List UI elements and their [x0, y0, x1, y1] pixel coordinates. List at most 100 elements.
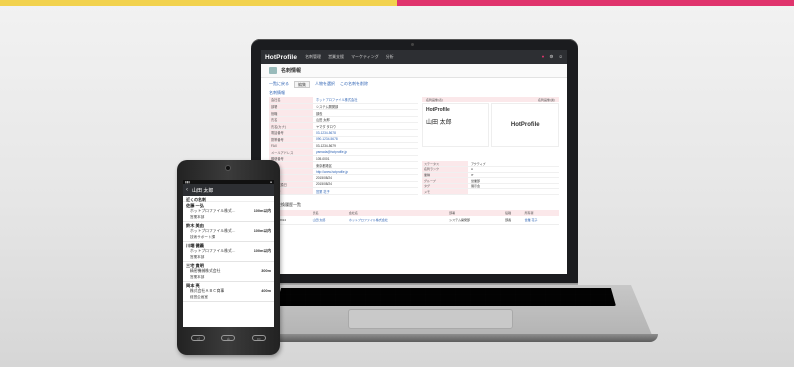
detail-value: 2015/08/24 — [313, 181, 418, 189]
list-item[interactable]: 川端 健義 ホットプロファイル株式… 100m以内 営業本部 — [183, 242, 274, 262]
table-cell: 部長 — [503, 216, 523, 225]
toolbar: 一覧に戻る 編集 人物を選択 この名刺を削除 — [261, 78, 567, 90]
history-list-title: 名刺交換履歴一覧 — [269, 202, 301, 208]
home-nav-icon[interactable]: ⌂ — [221, 335, 236, 341]
laptop-camera-icon — [411, 43, 414, 46]
card-images-header: 名刺画像(表) 名刺画像(裏) — [421, 97, 559, 102]
detail-value[interactable]: 090-1234-5678 — [313, 136, 418, 144]
select-person-link[interactable]: 人物を選択 — [315, 81, 335, 87]
page-header: 名刺情報 — [261, 64, 567, 78]
table-cell: 営業 花子 — [522, 216, 559, 225]
detail-key: 携帯番号 — [269, 136, 313, 144]
detail-value[interactable]: yamada@hotprofile.jp — [313, 148, 418, 156]
laptop-screen: HotProfile 名刺管理 営業支援 マーケティング 分析 ● ⚙ ☺ 名刺… — [261, 50, 567, 274]
attribute-key: メモ — [421, 188, 468, 196]
phone-header: ‹ 山田 太郎 — [183, 184, 274, 196]
contact-distance: 100m以内 — [253, 249, 271, 253]
detail-row: 氏名 山田 太郎 — [269, 116, 418, 124]
recent-apps-icon[interactable]: ▭ — [251, 335, 266, 341]
detail-key: メールアドレス — [269, 148, 313, 156]
back-to-list-link[interactable]: 一覧に戻る — [269, 81, 289, 87]
detail-row: 郵便番号 105-0001 — [269, 155, 418, 163]
laptop-front-edge — [226, 334, 658, 342]
detail-key: 氏名 — [269, 116, 313, 124]
detail-table: 会社名 ホットプロファイル株式会社 部署 システム開発部 役職 部長 氏名 山田 太郎 氏名(カ… — [269, 97, 418, 196]
table-cell: システム開発部 — [447, 216, 504, 225]
detail-row: 受付日2015/08/24 — [269, 174, 418, 182]
card-back-label: 名刺画像(裏) — [538, 97, 555, 102]
detail-row: 氏名(カナ) ヤマダ タロウ — [269, 122, 418, 130]
list-item[interactable]: 三宅 貴明 精密機械株式会社 300m 営業本部 — [183, 262, 274, 282]
card-back-logo: HotProfile — [510, 122, 540, 128]
topbar-right: ● ⚙ ☺ — [542, 54, 563, 60]
phone-nav-bar: ◁ ⌂ ▭ — [183, 330, 274, 346]
contact-company: ホットプロファイル株式… — [190, 209, 236, 213]
app-topbar: HotProfile 名刺管理 営業支援 マーケティング 分析 ● ⚙ ☺ — [261, 50, 567, 64]
detail-row: 住所東京都港区 — [269, 161, 418, 169]
phone-camera-icon — [225, 165, 231, 171]
detail-key: 電話番号 — [269, 129, 313, 137]
nav-item[interactable]: マーケティング — [351, 54, 379, 60]
nav-item[interactable]: 名刺管理 — [305, 54, 321, 60]
detail-value[interactable]: 03-1234-5678 — [313, 129, 418, 137]
phone-header-title: 山田 太郎 — [192, 187, 214, 194]
card-front-name: 山田 太郎 — [425, 120, 452, 126]
contact-company: ホットプロファイル株式… — [190, 249, 236, 253]
detail-value[interactable]: 営業 花子 — [313, 187, 418, 196]
contact-company: 精密機械株式会社 — [190, 269, 221, 273]
top-accent-strip-right — [397, 0, 794, 6]
business-card-back[interactable]: HotProfile — [491, 103, 560, 147]
card-images: HotProfile 山田 太郎 HotProfile — [421, 103, 560, 147]
notification-icon[interactable]: ● — [542, 54, 545, 60]
laptop-lid: HotProfile 名刺管理 営業支援 マーケティング 分析 ● ⚙ ☺ 名刺… — [251, 39, 578, 284]
contact-department: 営業本部 — [190, 254, 205, 259]
page-title: 名刺情報 — [281, 68, 302, 74]
contact-distance: 100m以内 — [253, 229, 271, 233]
edit-button[interactable]: 編集 — [294, 80, 310, 88]
detail-value: 山田 太郎 — [313, 116, 418, 124]
table-row[interactable]: 2015/08/24山田 太郎ホットプロファイル株式会社システム開発部部長営業 … — [269, 216, 559, 225]
detail-row: 役職 部長 — [269, 109, 418, 117]
back-nav-icon[interactable]: ◁ — [191, 335, 206, 341]
list-item[interactable]: 岡本 亮株式会社ＡＢＣ商事 400m 経営企画室 — [183, 282, 274, 302]
contact-company-row: ホットプロファイル株式… 100m以内 — [186, 229, 271, 235]
user-icon[interactable]: ☺ — [558, 54, 563, 60]
detail-row: 携帯番号 090-1234-5678 — [269, 136, 418, 144]
app-nav: 名刺管理 営業支援 マーケティング 分析 — [305, 54, 534, 60]
laptop-trackpad — [348, 309, 513, 329]
contact-department: 技術サポート課 — [190, 234, 216, 239]
card-panel: 名刺画像(表) 名刺画像(裏) HotProfile 山田 太郎 HotProf… — [421, 97, 560, 196]
attribute-value — [467, 188, 559, 196]
detail-key: 氏名(カナ) — [269, 122, 313, 130]
delete-card-link[interactable]: この名刺を削除 — [340, 81, 368, 87]
table-cell: ホットプロファイル株式会社 — [346, 216, 448, 225]
phone-screen: ▮▮▮ ■ ‹ 山田 太郎 近くの名刺 佐藤 一弘 ホットプロファイル株式… 100m… — [183, 180, 274, 327]
contact-company: ホットプロファイル株式… — [190, 229, 236, 233]
nav-item[interactable]: 営業支援 — [328, 54, 344, 60]
gear-icon[interactable]: ⚙ — [549, 54, 553, 60]
detail-row: 所有者営業 花子 — [269, 187, 418, 196]
detail-value: 2015/08/24 — [313, 174, 418, 182]
table-cell: 山田 太郎 — [310, 216, 347, 225]
contact-distance: 300m — [261, 269, 271, 273]
list-item[interactable]: 鈴木 美由 ホットプロファイル株式… 100m以内 技術サポート課 — [183, 222, 274, 242]
detail-value: 部長 — [313, 109, 418, 117]
business-card-front[interactable]: HotProfile 山田 太郎 — [421, 103, 490, 147]
smartphone: ▮▮▮ ■ ‹ 山田 太郎 近くの名刺 佐藤 一弘 ホットプロファイル株式… 100m… — [177, 160, 280, 355]
app-logo[interactable]: HotProfile — [265, 54, 297, 61]
detail-row: 部署 システム開発部 — [269, 103, 418, 111]
detail-value: 105-0001 — [313, 155, 418, 163]
card-front-logo: HotProfile — [425, 107, 450, 113]
detail-value: 東京都港区 — [313, 161, 418, 169]
back-arrow-icon[interactable]: ‹ — [186, 187, 188, 193]
detail-row: 電話番号 03-1234-5678 — [269, 129, 418, 137]
contact-department: 営業本部 — [190, 214, 205, 219]
contact-department: 経営企画室 — [190, 294, 208, 299]
business-card-icon — [269, 67, 277, 74]
history-table: 交換日氏名会社名部署役職所有者 2015/08/24山田 太郎ホットプロファイル… — [269, 210, 559, 225]
contact-department: 営業本部 — [190, 274, 205, 279]
list-item[interactable]: 佐藤 一弘 ホットプロファイル株式… 100m以内 営業本部 — [183, 202, 274, 222]
attributes-table: ステータス アクティブ 名刺ランク A 業種 IT グループ 営業部 タグ 展示会 メモ — [421, 161, 559, 196]
contact-distance: 100m以内 — [253, 209, 271, 213]
nav-item[interactable]: 分析 — [386, 54, 394, 60]
